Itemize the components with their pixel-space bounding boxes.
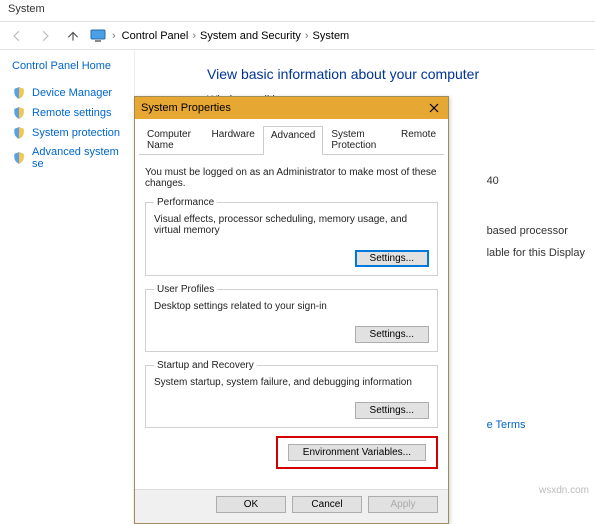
startup-recovery-group: Startup and Recovery System startup, sys… <box>145 360 438 428</box>
breadcrumb-item[interactable]: Control Panel <box>122 30 189 42</box>
performance-legend: Performance <box>154 197 217 208</box>
performance-settings-button[interactable]: Settings... <box>355 250 429 267</box>
chevron-right-icon: › <box>192 30 196 42</box>
user-profiles-group: User Profiles Desktop settings related t… <box>145 284 438 352</box>
control-panel-home-link[interactable]: Control Panel Home <box>12 60 128 72</box>
breadcrumb: Control Panel › System and Security › Sy… <box>122 30 350 42</box>
forward-arrow-icon[interactable] <box>34 25 56 47</box>
spec-fragment: based processor <box>487 220 585 242</box>
apply-button[interactable]: Apply <box>368 496 438 513</box>
admin-hint: You must be logged on as an Administrato… <box>145 167 438 189</box>
performance-desc: Visual effects, processor scheduling, me… <box>154 214 429 236</box>
user-profiles-legend: User Profiles <box>154 284 217 295</box>
pc-icon <box>90 29 106 43</box>
user-profiles-desc: Desktop settings related to your sign-in <box>154 301 429 312</box>
sidebar: Control Panel Home Device Manager Remote… <box>0 50 135 500</box>
window-title: System <box>8 3 45 15</box>
shield-icon <box>12 151 26 165</box>
tab-computer-name[interactable]: Computer Name <box>139 125 204 154</box>
breadcrumb-item[interactable]: System and Security <box>200 30 301 42</box>
back-arrow-icon[interactable] <box>6 25 28 47</box>
sidebar-item-label: Advanced system se <box>32 146 128 170</box>
tab-remote[interactable]: Remote <box>393 125 444 154</box>
system-properties-dialog: System Properties Computer Name Hardware… <box>134 96 449 524</box>
startup-recovery-desc: System startup, system failure, and debu… <box>154 377 429 388</box>
dialog-actions: OK Cancel Apply <box>135 489 448 523</box>
chevron-right-icon: › <box>112 30 116 42</box>
user-profiles-settings-button[interactable]: Settings... <box>355 326 429 343</box>
sidebar-item-advanced-system-settings[interactable]: Advanced system se <box>12 146 128 170</box>
sidebar-item-system-protection[interactable]: System protection <box>12 126 128 140</box>
ok-button[interactable]: OK <box>216 496 286 513</box>
shield-icon <box>12 86 26 100</box>
spec-fragments: 40 based processor lable for this Displa… <box>487 170 585 436</box>
shield-icon <box>12 126 26 140</box>
spec-fragment: 40 <box>487 170 585 192</box>
startup-recovery-legend: Startup and Recovery <box>154 360 257 371</box>
sidebar-item-remote-settings[interactable]: Remote settings <box>12 106 128 120</box>
up-arrow-icon[interactable] <box>62 25 84 47</box>
watermark: wsxdn.com <box>539 485 589 496</box>
spec-fragment: lable for this Display <box>487 242 585 264</box>
sidebar-item-label: Remote settings <box>32 107 111 119</box>
tab-hardware[interactable]: Hardware <box>204 125 263 154</box>
tab-advanced[interactable]: Advanced <box>263 126 323 155</box>
window-titlebar: System <box>0 0 595 22</box>
dialog-title: System Properties <box>141 102 231 114</box>
sidebar-item-device-manager[interactable]: Device Manager <box>12 86 128 100</box>
tab-system-protection[interactable]: System Protection <box>323 125 393 154</box>
performance-group: Performance Visual effects, processor sc… <box>145 197 438 276</box>
dialog-body: You must be logged on as an Administrato… <box>135 155 448 489</box>
breadcrumb-item[interactable]: System <box>313 30 350 42</box>
startup-recovery-settings-button[interactable]: Settings... <box>355 402 429 419</box>
sidebar-item-label: Device Manager <box>32 87 112 99</box>
dialog-tabs: Computer Name Hardware Advanced System P… <box>139 125 444 155</box>
chevron-right-icon: › <box>305 30 309 42</box>
nav-bar: › Control Panel › System and Security › … <box>0 22 595 50</box>
cancel-button[interactable]: Cancel <box>292 496 362 513</box>
license-terms-link[interactable]: e Terms <box>487 414 585 436</box>
env-variables-highlight: Environment Variables... <box>276 436 438 469</box>
shield-icon <box>12 106 26 120</box>
dialog-titlebar[interactable]: System Properties <box>135 97 448 119</box>
page-heading: View basic information about your comput… <box>207 66 583 82</box>
sidebar-item-label: System protection <box>32 127 120 139</box>
close-icon[interactable] <box>426 100 442 116</box>
environment-variables-button[interactable]: Environment Variables... <box>288 444 426 461</box>
